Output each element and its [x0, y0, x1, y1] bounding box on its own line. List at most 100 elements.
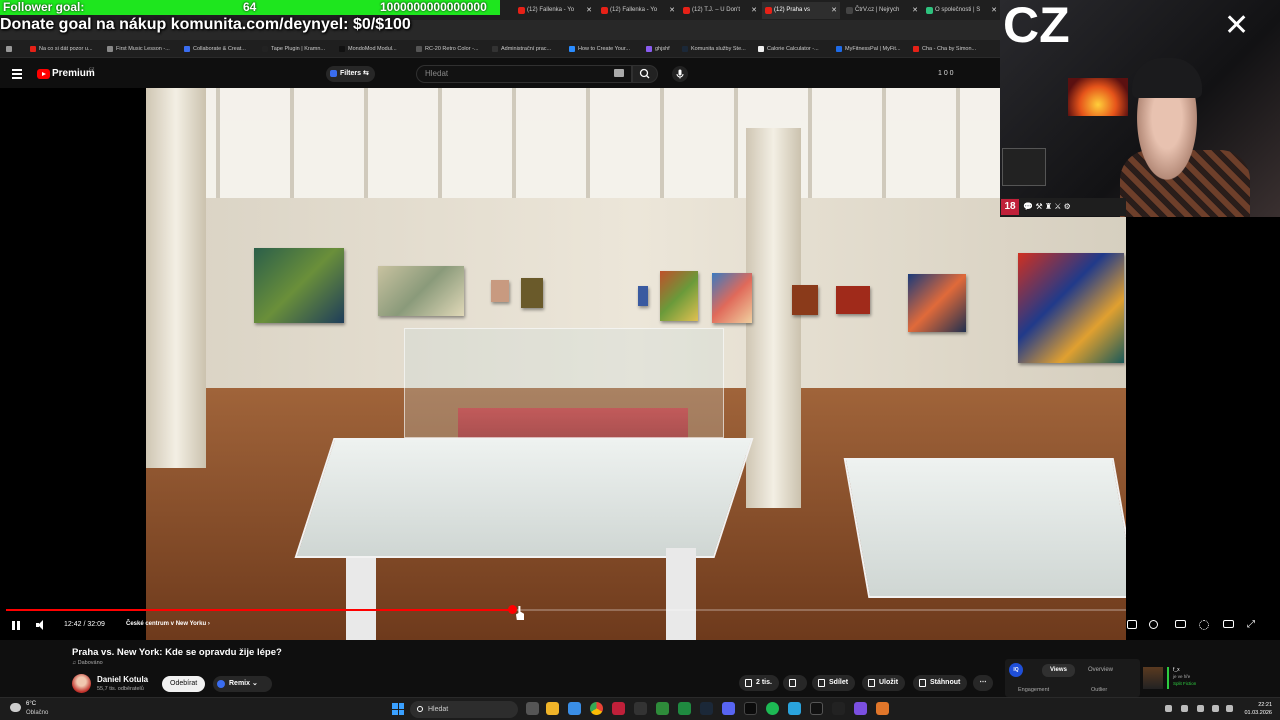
keyboard-icon[interactable]: [614, 69, 624, 77]
chapter-button[interactable]: České centrum v New Yorku ›: [126, 621, 210, 627]
browser-tab-active[interactable]: (12) Praha vs ✕: [762, 2, 840, 19]
chrome-icon[interactable]: [590, 702, 603, 715]
channel-name[interactable]: Daniel Kotula: [97, 675, 148, 684]
browser-tab[interactable]: (12) Fallenka - Yo ✕: [598, 2, 678, 19]
pause-button[interactable]: [12, 621, 21, 630]
browser-tab[interactable]: (12) Fallenka - Yo ✕: [515, 2, 595, 19]
menu-icon[interactable]: [12, 69, 22, 79]
discord-icon[interactable]: [722, 702, 735, 715]
weather-widget[interactable]: 6°C Oblačno: [10, 700, 48, 718]
unsubscribe-button[interactable]: Odebírat: [162, 676, 206, 692]
remix-button[interactable]: Remix ⌄: [213, 676, 272, 692]
browser-tab[interactable]: ČtrV.cz | Nejrych ✕: [843, 2, 921, 19]
close-tab-icon[interactable]: ✕: [991, 2, 997, 19]
bookmark-item[interactable]: First Music Lesson -...: [107, 43, 170, 55]
microphone-icon: [676, 69, 684, 79]
bookmark-label: ghjshf: [655, 46, 670, 52]
theater-mode-icon[interactable]: [1223, 620, 1234, 628]
app-icon[interactable]: [568, 702, 581, 715]
bookmark-item[interactable]: Tape Plugin | Kramn...: [262, 43, 325, 55]
tab-outlier[interactable]: Outlier: [1091, 687, 1107, 693]
taskbar-search[interactable]: Hledat: [410, 701, 518, 718]
painting: [908, 274, 966, 332]
chapter-title: České centrum v New Yorku: [126, 621, 207, 627]
temperature: 6°C: [26, 701, 37, 707]
close-tab-icon[interactable]: ✕: [912, 2, 918, 19]
close-tab-icon[interactable]: ✕: [586, 2, 592, 19]
youtube-logo-icon[interactable]: [37, 69, 50, 79]
bookmark-item[interactable]: Cha - Cha by Simon...: [913, 43, 976, 55]
network-icon[interactable]: [1197, 705, 1204, 712]
filters-button[interactable]: Filters ⇆: [326, 66, 375, 82]
spotify-icon[interactable]: [766, 702, 779, 715]
bookmark-favicon-icon: [30, 46, 36, 52]
voice-search-button[interactable]: [672, 66, 688, 82]
app-icon[interactable]: [788, 702, 801, 715]
download-button[interactable]: Stáhnout: [913, 675, 968, 691]
close-tab-icon[interactable]: ✕: [669, 2, 675, 19]
search-button[interactable]: [632, 65, 658, 83]
app-icon[interactable]: [634, 702, 647, 715]
xbox-icon[interactable]: [678, 702, 691, 715]
close-tab-icon[interactable]: ✕: [831, 2, 837, 19]
bookmark-item[interactable]: Na co si dát pozor u...: [30, 43, 93, 55]
app-icon[interactable]: [810, 702, 823, 715]
app-icon[interactable]: [876, 702, 889, 715]
cloud-icon: [10, 703, 21, 712]
painting: [638, 286, 648, 306]
app-icon[interactable]: [832, 702, 845, 715]
autoplay-toggle-icon[interactable]: [1149, 620, 1158, 629]
windows-start-icon[interactable]: [392, 703, 404, 715]
analytics-panel: IQ Views Overview Engagement Outlier: [1005, 659, 1140, 697]
bookmark-item[interactable]: Komunita služby Ste...: [682, 43, 746, 55]
close-tab-icon[interactable]: ✕: [751, 2, 757, 19]
tray-icon[interactable]: [1181, 705, 1188, 712]
share-button[interactable]: Sdílet: [812, 675, 856, 691]
app-icon[interactable]: [854, 702, 867, 715]
volume-icon[interactable]: [1212, 705, 1219, 712]
tray-chevron-icon[interactable]: [1165, 705, 1172, 712]
browser-tab[interactable]: (12) T.J. – U Don't ✕: [680, 2, 760, 19]
bookmark-item[interactable]: Collaborate & Creat...: [184, 43, 246, 55]
more-actions-button[interactable]: ⋯: [973, 675, 993, 691]
battery-icon[interactable]: [1226, 705, 1233, 712]
bookmark-label: How to Create Your...: [578, 46, 630, 52]
tab-engagement[interactable]: Engagement: [1018, 687, 1049, 693]
bookmark-item[interactable]: MondoMod Modul...: [339, 43, 397, 55]
tab-overview[interactable]: Overview: [1088, 664, 1113, 677]
app-icon[interactable]: [744, 702, 757, 715]
search-input[interactable]: Hledat: [416, 65, 632, 83]
settings-gear-icon[interactable]: [1199, 620, 1209, 630]
bookmark-label: Calorie Calculator -...: [767, 46, 819, 52]
subtitles-icon[interactable]: [1175, 620, 1186, 628]
extension-icon[interactable]: [1127, 620, 1137, 629]
save-button[interactable]: Uložit: [862, 675, 906, 691]
like-button[interactable]: 2 tis.: [739, 675, 779, 691]
fullscreen-icon[interactable]: ⤢: [1247, 619, 1255, 630]
channel-avatar[interactable]: [72, 674, 91, 693]
bookmark-item[interactable]: ghjshf: [646, 43, 670, 55]
bookmark-item[interactable]: How to Create Your...: [569, 43, 630, 55]
browser-tab[interactable]: O společnosti | S ✕: [923, 2, 1000, 19]
volume-button[interactable]: [36, 620, 47, 630]
bookmark-item[interactable]: MyFitnessPal | MyFit...: [836, 43, 901, 55]
file-explorer-icon[interactable]: [546, 702, 559, 715]
progress-scrubber[interactable]: [508, 605, 517, 614]
dislike-button[interactable]: [783, 675, 807, 691]
bookmark-favicon-icon: [416, 46, 422, 52]
youtube-favicon-icon: [765, 7, 772, 14]
bookmark-item[interactable]: RC-20 Retro Color -...: [416, 43, 479, 55]
task-view-icon[interactable]: [526, 702, 539, 715]
app-icon[interactable]: [656, 702, 669, 715]
steam-icon[interactable]: [700, 702, 713, 715]
bookmark-item[interactable]: Calorie Calculator -...: [758, 43, 819, 55]
dubbed-label: ♫ Dabováno: [72, 660, 103, 666]
share-icon: [818, 679, 825, 687]
system-clock[interactable]: 22:21 01.03.2026: [1238, 701, 1272, 717]
bookmark-item[interactable]: Administrační prac...: [492, 43, 551, 55]
tab-views[interactable]: Views: [1042, 664, 1075, 677]
video-player[interactable]: CZ ✕ 18 💬 ⚒ ♜ ⚔ ⚙: [0, 0, 1280, 640]
bookmark-favicon-icon: [339, 46, 345, 52]
app-icon[interactable]: [612, 702, 625, 715]
bookmark-label: MyFitnessPal | MyFit...: [845, 46, 901, 52]
